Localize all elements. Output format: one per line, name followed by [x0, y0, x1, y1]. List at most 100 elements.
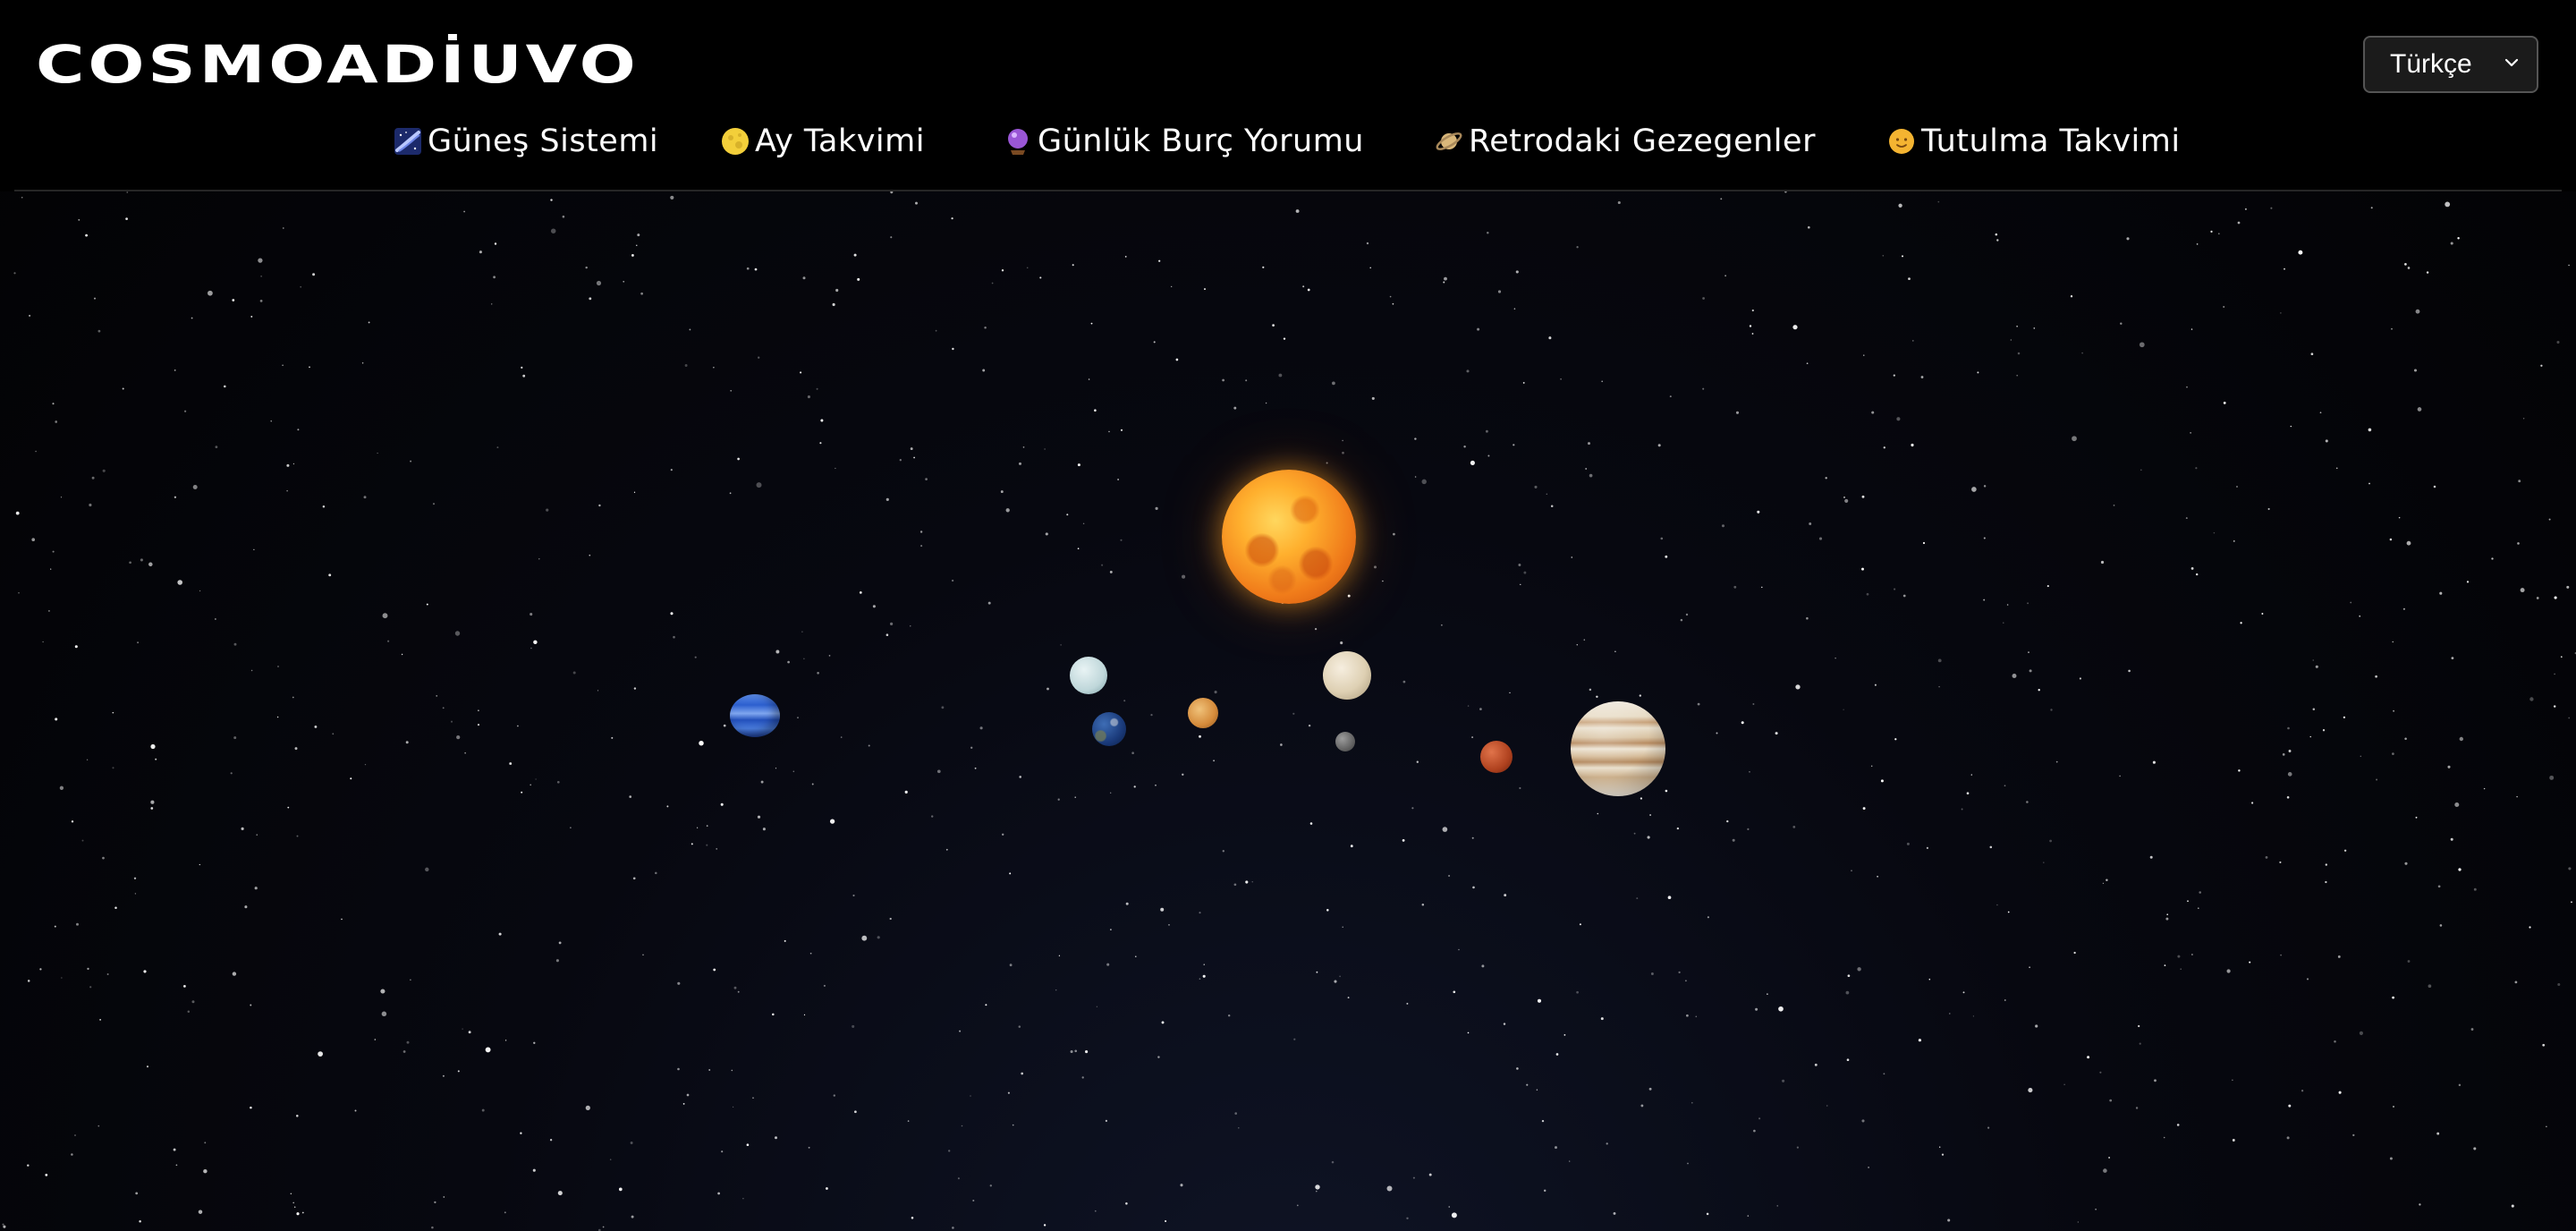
star [682, 1103, 685, 1105]
star [1066, 514, 1069, 516]
star [1296, 1204, 1299, 1207]
star [596, 280, 602, 286]
star [1012, 1124, 1014, 1126]
star [1214, 691, 1217, 694]
star [431, 1226, 434, 1229]
star [2028, 1088, 2033, 1093]
star [1784, 191, 1787, 193]
star [1058, 955, 1061, 956]
sun[interactable] [1222, 470, 1356, 604]
star [99, 1019, 101, 1021]
star [1775, 732, 1778, 735]
star [2436, 1132, 2440, 1135]
star [2451, 657, 2454, 659]
star [253, 548, 255, 551]
star [39, 968, 42, 971]
star [775, 649, 780, 654]
star [1444, 276, 1447, 281]
star [2556, 340, 2560, 344]
planet-saturn[interactable] [1188, 698, 1218, 728]
star [1094, 409, 1097, 412]
site-logo[interactable]: COSMOADİUVO [36, 32, 640, 97]
star [1555, 1053, 1559, 1056]
star [1155, 784, 1157, 786]
planet-venus[interactable] [1323, 651, 1371, 700]
star [784, 939, 786, 942]
star [2286, 1136, 2290, 1140]
star [2, 1223, 4, 1226]
star [2319, 412, 2322, 414]
star [2415, 816, 2418, 819]
planet-neptune[interactable] [730, 694, 780, 737]
star [2038, 689, 2040, 692]
star [250, 1106, 252, 1109]
star [2375, 675, 2377, 678]
nav-item-ay-takvimi[interactable]: Ay Takvimi [721, 116, 925, 166]
star [941, 706, 945, 709]
nav-item-gunes-sistemi[interactable]: Güneş Sistemi [394, 116, 658, 166]
star [1094, 1210, 1097, 1212]
star [18, 592, 20, 594]
star [91, 476, 95, 480]
star [155, 758, 157, 760]
star [2437, 885, 2441, 888]
star [1110, 792, 1112, 794]
page: COSMOADİUVO Türkçe Güneş Sistemi Ay Takv… [0, 0, 2576, 1231]
star [1386, 1185, 1393, 1192]
star [1515, 270, 1519, 274]
star [1182, 773, 1184, 776]
nav-item-label: Ay Takvimi [755, 123, 925, 159]
sun-with-face-icon [1889, 129, 1914, 154]
star [1463, 445, 1466, 448]
star [1022, 446, 1025, 448]
star [1005, 508, 1010, 513]
star [1406, 1217, 1409, 1220]
star [31, 538, 36, 542]
star [1702, 297, 1705, 300]
star [2392, 996, 2394, 999]
planet-earth[interactable] [1092, 712, 1126, 746]
star [61, 977, 63, 979]
nav-item-gunluk-burc-yorumu[interactable]: Günlük Burç Yorumu [1004, 116, 1364, 166]
language-select[interactable]: Türkçe [2363, 36, 2538, 93]
star [1776, 1205, 1778, 1207]
planet-uranus[interactable] [1070, 657, 1107, 694]
star [717, 1192, 720, 1195]
star [2287, 726, 2290, 730]
planet-mercury[interactable] [1335, 732, 1355, 751]
star [3, 1225, 6, 1228]
star [535, 778, 537, 780]
star [802, 276, 806, 280]
star [1589, 473, 1593, 478]
planet-jupiter[interactable] [1571, 701, 1665, 796]
star [199, 590, 201, 592]
star [35, 450, 37, 453]
star [1877, 875, 1878, 878]
star [78, 218, 80, 221]
star [1870, 765, 1873, 768]
star [1412, 1176, 1415, 1179]
star [2359, 1031, 2363, 1035]
star [184, 410, 187, 412]
star [817, 672, 819, 675]
star [42, 641, 44, 643]
star [852, 1024, 855, 1028]
star [1150, 713, 1153, 717]
star [233, 736, 237, 740]
star [1614, 650, 1616, 653]
nav-item-tutulma-takvimi[interactable]: Tutulma Takvimi [1887, 116, 2181, 166]
crystal-ball-icon [1008, 129, 1028, 155]
solar-system-view[interactable] [0, 191, 2576, 1231]
star [1471, 736, 1474, 739]
star [589, 554, 591, 556]
star [1125, 1202, 1128, 1205]
star [1691, 1101, 1693, 1104]
nav-item-retrodaki-gezegenler[interactable]: Retrodaki Gezegenler [1435, 116, 1816, 166]
star [854, 1110, 857, 1114]
star [2458, 868, 2462, 871]
sun-surface [1222, 470, 1356, 604]
planet-mars[interactable] [1480, 741, 1513, 773]
star [1366, 242, 1369, 245]
star [1650, 972, 1654, 975]
star [1926, 846, 1929, 850]
